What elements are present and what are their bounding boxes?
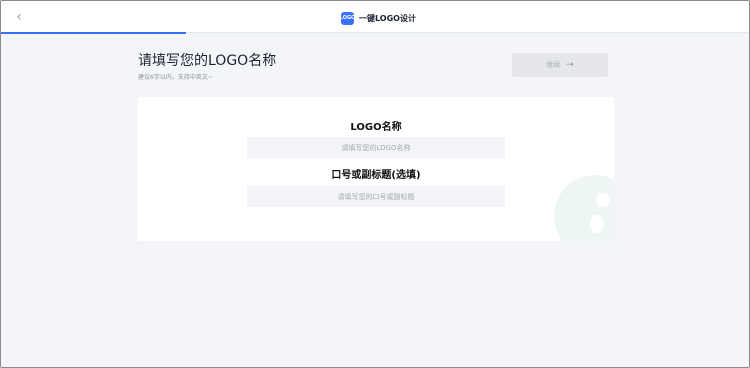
brand: LOGO 一键LOGO设计 <box>340 10 416 26</box>
step-progress-bar <box>1 32 186 34</box>
logo-form-card: LOGO名称 口号或副标题(选填) <box>138 97 614 241</box>
slogan-input[interactable] <box>247 186 505 207</box>
logo-name-label: LOGO名称 <box>350 122 402 133</box>
brand-name: 一键LOGO设计 <box>359 13 416 23</box>
slogan-label: 口号或副标题(选填) <box>331 170 421 181</box>
page-subtitle: 建议6字以内，支持中英文~ <box>138 74 213 81</box>
continue-button[interactable]: 继续 → <box>512 53 608 77</box>
back-chevron-icon[interactable]: ‹ <box>12 9 26 25</box>
top-bar: ‹ LOGO 一键LOGO设计 <box>1 1 749 33</box>
page-title: 请填写您的LOGO名称 <box>138 53 277 69</box>
logo-name-input[interactable] <box>247 137 505 158</box>
logo-icon: LOGO <box>340 11 355 25</box>
decorative-dot <box>596 193 610 207</box>
decorative-dot <box>590 215 604 233</box>
continue-button-label: 继续 <box>546 61 561 69</box>
arrow-right-icon: → <box>566 60 574 70</box>
decorative-shape-icon <box>554 175 614 241</box>
